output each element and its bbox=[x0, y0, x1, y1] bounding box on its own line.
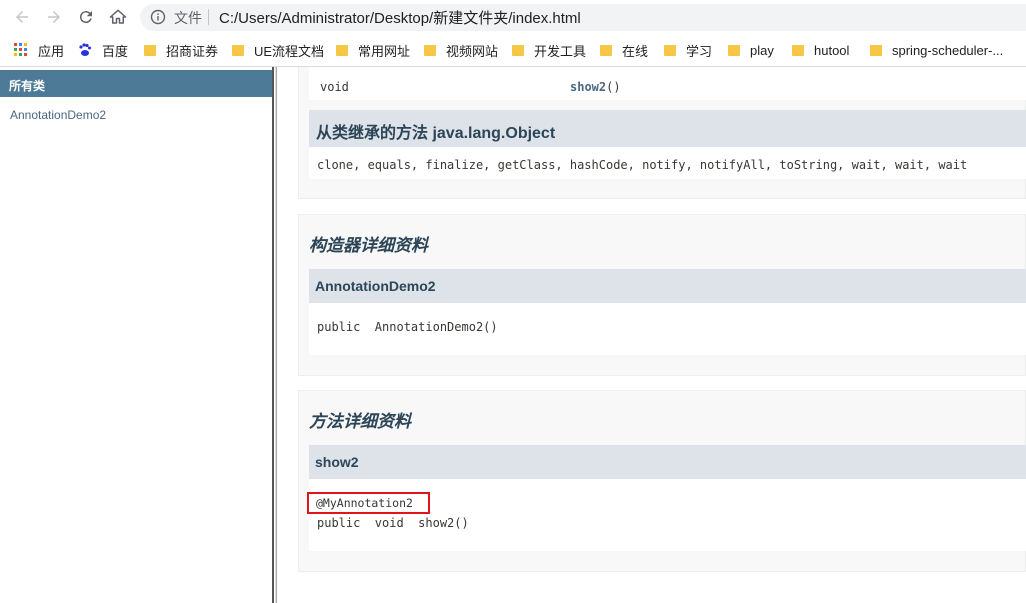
inherited-methods-header: 从类继承的方法 java.lang.Object bbox=[309, 110, 1026, 147]
bookmark-label: spring-scheduler-... bbox=[892, 42, 1004, 58]
inherited-methods-list[interactable]: clone, equals, finalize, getClass, hashC… bbox=[317, 158, 967, 172]
inherited-methods-heading: 从类继承的方法 java.lang.Object bbox=[316, 125, 556, 142]
all-classes-frame bbox=[0, 67, 272, 603]
bookmark-label: 视频网站 bbox=[446, 43, 499, 59]
bookmark-folder[interactable]: play bbox=[728, 41, 774, 59]
apps-grid-icon bbox=[14, 43, 27, 56]
all-classes-header: 所有类 bbox=[0, 70, 272, 97]
bookmark-folder[interactable]: 在线 bbox=[600, 41, 648, 59]
baidu-paw-icon bbox=[79, 43, 91, 56]
folder-icon bbox=[232, 44, 244, 56]
bookmark-folder[interactable]: 招商证券 bbox=[144, 41, 218, 59]
home-button[interactable] bbox=[107, 6, 129, 28]
bookmark-folder[interactable]: 常用网址 bbox=[336, 41, 410, 59]
url-text[interactable]: C:/Users/Administrator/Desktop/新建文件夹/ind… bbox=[219, 7, 581, 28]
constructor-name-header: AnnotationDemo2 bbox=[309, 269, 1026, 303]
all-classes-title: 所有类 bbox=[9, 79, 46, 93]
method-detail-body bbox=[309, 479, 1026, 551]
home-icon bbox=[109, 9, 127, 24]
reload-button[interactable] bbox=[75, 6, 97, 28]
bookmark-label: 开发工具 bbox=[534, 43, 587, 59]
annotation-highlight-box bbox=[307, 492, 430, 514]
folder-icon bbox=[600, 44, 612, 56]
bookmark-label: hutool bbox=[814, 42, 850, 58]
folder-icon bbox=[144, 44, 156, 56]
bookmark-label: 在线 bbox=[622, 43, 649, 59]
folder-icon bbox=[792, 44, 804, 56]
bookmark-folder[interactable]: spring-scheduler-... bbox=[870, 41, 1003, 59]
reload-icon bbox=[79, 11, 92, 24]
method-params: () bbox=[606, 80, 621, 94]
method-summary-row bbox=[309, 67, 1026, 100]
forward-button[interactable] bbox=[43, 6, 65, 28]
constructor-detail-title: 构造器详细资料 bbox=[309, 236, 428, 255]
folder-icon bbox=[870, 44, 882, 56]
bookmark-folder[interactable]: 开发工具 bbox=[512, 41, 586, 59]
folder-icon bbox=[728, 44, 740, 56]
forward-arrow-icon bbox=[48, 11, 60, 23]
bookmark-label: 学习 bbox=[686, 43, 713, 59]
bookmark-label: play bbox=[750, 42, 774, 58]
bookmark-label: 百度 bbox=[102, 43, 129, 59]
bookmark-apps[interactable]: 应用 bbox=[14, 41, 64, 59]
bookmark-folder[interactable]: UE流程文档 bbox=[232, 41, 324, 59]
folder-icon bbox=[512, 44, 524, 56]
bookmark-folder[interactable]: 学习 bbox=[664, 41, 712, 59]
method-name: show2 bbox=[315, 454, 359, 470]
back-button[interactable] bbox=[11, 6, 33, 28]
method-name-header: show2 bbox=[309, 445, 1026, 479]
folder-icon bbox=[336, 44, 348, 56]
constructor-name: AnnotationDemo2 bbox=[315, 278, 436, 294]
bookmark-label: 应用 bbox=[38, 43, 65, 59]
method-link-show2[interactable]: show2 bbox=[570, 80, 606, 94]
bookmark-folder[interactable]: 视频网站 bbox=[424, 41, 498, 59]
method-signature: public void show2() bbox=[317, 516, 469, 530]
method-return-type: void bbox=[320, 80, 349, 94]
folder-icon bbox=[424, 44, 436, 56]
url-separator bbox=[208, 9, 209, 25]
bookmark-label: 常用网址 bbox=[358, 43, 411, 59]
bookmark-folder[interactable]: hutool bbox=[792, 41, 849, 59]
bookmark-baidu[interactable]: 百度 bbox=[78, 41, 128, 59]
method-detail-title: 方法详细资料 bbox=[309, 412, 411, 431]
back-arrow-icon bbox=[16, 11, 28, 23]
constructor-signature: public AnnotationDemo2() bbox=[317, 320, 498, 334]
info-icon[interactable] bbox=[150, 9, 166, 25]
bookmark-label: UE流程文档 bbox=[254, 43, 325, 59]
method-summary-entry: show2() bbox=[570, 80, 621, 94]
folder-icon bbox=[664, 44, 676, 56]
class-link-annotationdemo2[interactable]: AnnotationDemo2 bbox=[10, 108, 106, 122]
url-scheme-label: 文件 bbox=[174, 10, 202, 26]
bookmark-label: 招商证券 bbox=[166, 43, 219, 59]
